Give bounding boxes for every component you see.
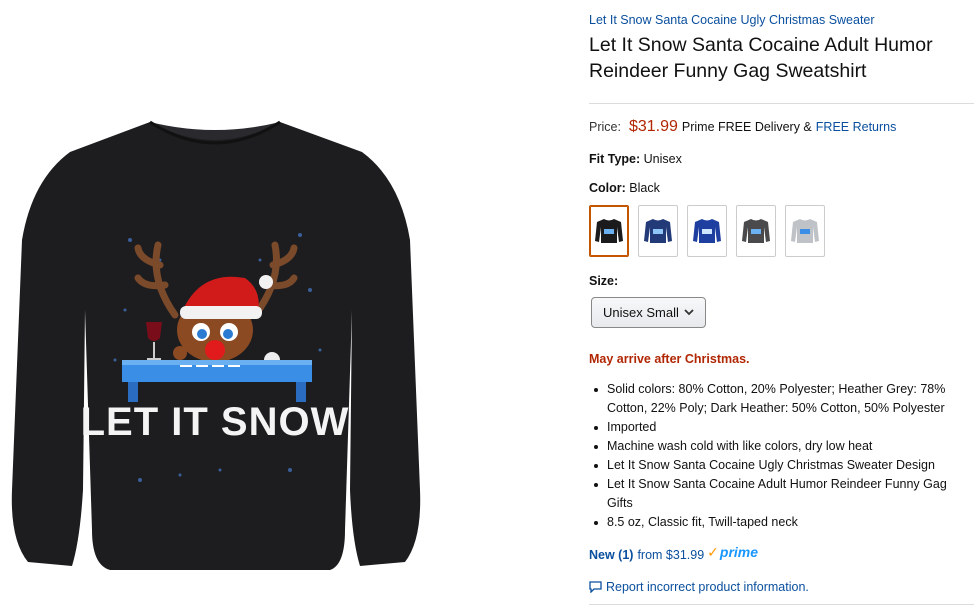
sweatshirt-thumb-icon (595, 219, 623, 243)
product-details: Let It Snow Santa Cocaine Ugly Christmas… (589, 0, 974, 606)
free-returns-link[interactable]: FREE Returns (816, 120, 897, 134)
fit-type-row: Fit Type: Unisex (589, 152, 682, 166)
sweatshirt-thumb-icon (742, 219, 770, 243)
sweatshirt-thumb-icon (791, 219, 819, 243)
feature-bullets: Solid colors: 80% Cotton, 20% Polyester;… (594, 380, 974, 532)
price-label: Price: (589, 120, 621, 134)
swatch-black[interactable] (589, 205, 629, 257)
report-link-row[interactable]: Report incorrect product information. (589, 580, 809, 594)
brand-link[interactable]: Let It Snow Santa Cocaine Ugly Christmas… (589, 13, 875, 27)
list-item: Let It Snow Santa Cocaine Ugly Christmas… (594, 456, 974, 475)
swatch-royal-blue[interactable] (687, 205, 727, 257)
fit-type-value: Unisex (643, 152, 682, 166)
list-item: Machine wash cold with like colors, dry … (594, 437, 974, 456)
price-row: Price: $31.99 Prime FREE Delivery & FREE… (589, 118, 896, 136)
divider (589, 604, 974, 605)
prime-delivery-text: Prime FREE Delivery & (681, 120, 812, 134)
prime-logo-text: prime (719, 544, 759, 560)
product-title: Let It Snow Santa Cocaine Adult Humor Re… (589, 34, 933, 82)
sweatshirt-thumb-icon (644, 219, 672, 243)
prime-logo-icon: ✓ prime (707, 544, 758, 561)
product-image[interactable]: LET IT SNOW (0, 60, 430, 590)
speech-bubble-icon (589, 581, 602, 593)
fit-type-label: Fit Type: (589, 152, 641, 166)
color-row: Color: Black (589, 181, 660, 195)
divider (589, 103, 974, 104)
offers-row: New (1) from $31.99 ✓ prime (589, 544, 758, 563)
size-dropdown[interactable]: Unisex Small (591, 297, 706, 328)
size-label: Size: (589, 274, 619, 288)
chevron-down-icon (684, 309, 694, 316)
sweater-print-text: LET IT SNOW (81, 400, 350, 444)
swatch-dark-heather[interactable] (736, 205, 776, 257)
color-swatches (589, 205, 834, 257)
offers-from-price[interactable]: from $31.99 (637, 548, 704, 562)
list-item: 8.5 oz, Classic fit, Twill-taped neck (594, 513, 974, 532)
color-value: Black (629, 181, 660, 195)
color-label: Color: (589, 181, 626, 195)
swatch-navy[interactable] (638, 205, 678, 257)
list-item: Let It Snow Santa Cocaine Adult Humor Re… (594, 475, 974, 513)
availability-notice: May arrive after Christmas. (589, 352, 750, 366)
sweatshirt-thumb-icon (693, 219, 721, 243)
list-item: Imported (594, 418, 974, 437)
swatch-heather-grey[interactable] (785, 205, 825, 257)
checkmark-icon: ✓ (707, 543, 719, 560)
list-item: Solid colors: 80% Cotton, 20% Polyester;… (594, 380, 974, 418)
new-offers-link[interactable]: New (1) (589, 548, 633, 562)
report-incorrect-info-link[interactable]: Report incorrect product information. (606, 580, 809, 594)
image-pane: LET IT SNOW (0, 0, 430, 606)
price-value: $31.99 (628, 118, 678, 135)
size-selected-value: Unisex Small (603, 305, 679, 320)
